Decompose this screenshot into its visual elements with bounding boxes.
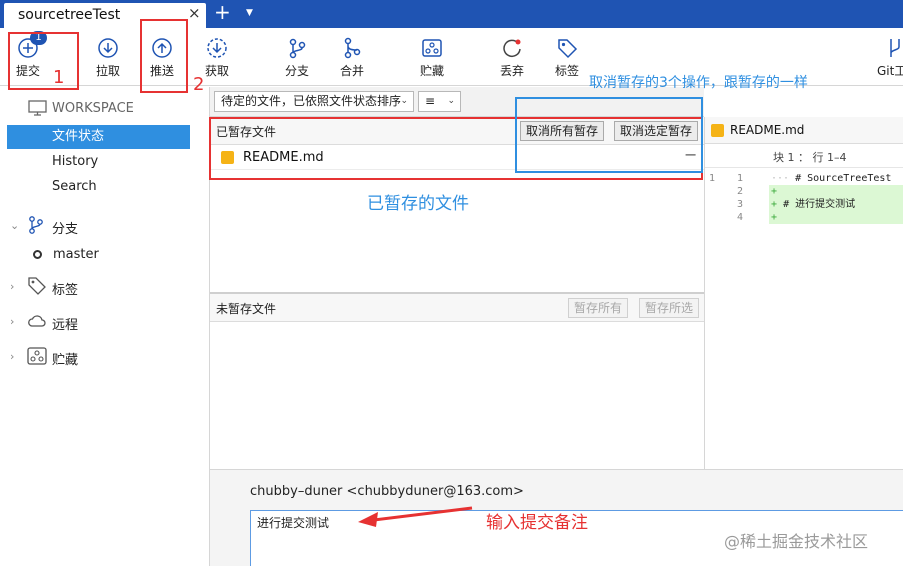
current-branch-icon (33, 250, 42, 259)
hunk-range: 块 1 ： 行 1–4 (773, 151, 847, 164)
tag-icon (28, 277, 46, 295)
annotation-number-1: 1 (53, 67, 65, 88)
stash-icon (27, 347, 47, 365)
diff-line: 4 + (705, 211, 903, 224)
monitor-icon (28, 100, 47, 116)
annotation-box-unstage-buttons (515, 97, 703, 173)
pull-label: 拉取 (95, 64, 120, 78)
branch-button[interactable]: 分支 (277, 28, 317, 86)
branch-icon (29, 216, 43, 234)
stage-selected-button[interactable]: 暂存所选 (639, 298, 700, 318)
discard-label: 丢弃 (499, 64, 524, 78)
fetch-icon (207, 38, 227, 58)
git-flow-icon (890, 39, 900, 57)
modified-file-icon (711, 124, 724, 137)
discard-button[interactable]: 丢弃 (492, 28, 532, 86)
discard-icon (503, 39, 521, 58)
annotation-number-2: 2 (193, 74, 205, 95)
sidebar-item-history[interactable]: History (7, 150, 190, 174)
list-view-icon: ≡ (425, 94, 436, 108)
annotation-staged-note: 已暂存的文件 (367, 194, 469, 214)
diff-pane: README.md 块 1 ： 行 1–4 1 1 ··· # SourceTr… (704, 117, 903, 469)
diff-line: 2 + (705, 185, 903, 198)
unstaged-files-title: 未暂存文件 (216, 302, 277, 316)
annotation-box-push (140, 19, 188, 93)
stash-icon (422, 39, 442, 57)
tab-menu-icon[interactable]: ▼ (246, 8, 253, 18)
annotation-arrow-icon (358, 506, 473, 527)
chevron-down-icon: ⌄ (400, 96, 408, 106)
diff-header: README.md (705, 117, 903, 144)
stash-button[interactable]: 贮藏 (412, 28, 452, 86)
tab-title: sourcetreeTest (18, 7, 121, 23)
diff-line: 3 + # 进行提交测试 (705, 198, 903, 211)
chevron-down-icon: ⌄ (10, 219, 20, 232)
diff-hunk-header: 块 1 ： 行 1–4 (705, 144, 903, 168)
sidebar-group-tags[interactable]: › 标签 (0, 276, 200, 298)
sidebar-group-stashes[interactable]: › 贮藏 (0, 346, 200, 368)
sidebar-group-label: 标签 (52, 283, 79, 298)
workspace-label: WORKSPACE (52, 101, 134, 116)
chevron-right-icon: › (10, 280, 15, 293)
sidebar-group-label: 贮藏 (52, 353, 79, 368)
sidebar-group-remotes[interactable]: › 远程 (0, 311, 200, 333)
tag-button[interactable]: 标签 (547, 28, 587, 86)
pull-icon (98, 38, 118, 58)
watermark: @稀土掘金技术社区 (724, 532, 869, 551)
sidebar: WORKSPACE 文件状态 History Search ⌄ 分支 maste… (0, 87, 200, 566)
sidebar-item-search[interactable]: Search (7, 175, 190, 199)
annotation-input-note: 输入提交备注 (486, 513, 588, 533)
git-flow-button[interactable]: Git工 (873, 28, 903, 86)
chevron-right-icon: › (10, 315, 15, 328)
diff-line: 1 1 ··· # SourceTreeTest (709, 173, 892, 184)
annotation-unstage-note: 取消暂存的3个操作，跟暂存的一样 (589, 75, 808, 91)
git-flow-label: Git工 (877, 64, 903, 78)
view-mode-dropdown[interactable]: ≡ ⌄ (418, 91, 461, 112)
pull-button[interactable]: 拉取 (88, 28, 128, 86)
sidebar-group-label: 分支 (52, 222, 79, 237)
sort-dropdown[interactable]: 待定的文件，已依照文件状态排序 ⌄ (214, 91, 414, 112)
stash-label: 贮藏 (419, 64, 444, 78)
tag-icon (558, 39, 578, 59)
diff-file-name: README.md (730, 123, 805, 137)
merge-label: 合并 (339, 64, 364, 78)
sort-dropdown-label: 待定的文件，已依照文件状态排序 (221, 94, 402, 108)
branch-icon (289, 38, 306, 59)
close-icon[interactable]: × (188, 6, 201, 21)
commit-message-text: 进行提交测试 (257, 516, 330, 530)
branch-label: 分支 (284, 64, 309, 78)
chevron-right-icon: › (10, 350, 15, 363)
branch-name: master (53, 247, 99, 262)
stage-all-button[interactable]: 暂存所有 (568, 298, 629, 318)
annotation-box-commit (8, 32, 79, 90)
merge-button[interactable]: 合并 (332, 28, 372, 86)
add-tab-icon[interactable]: + (214, 2, 231, 22)
sidebar-group-label: 远程 (52, 318, 79, 333)
sidebar-group-branches[interactable]: ⌄ 分支 (0, 215, 200, 237)
unstaged-files-header: 未暂存文件 暂存所有 暂存所选 (210, 294, 704, 322)
commit-author: chubby–duner <chubbyduner@163.com> (250, 484, 524, 499)
tab-bar: sourcetreeTest × + ▼ (0, 0, 903, 28)
chevron-down-icon: ⌄ (447, 96, 455, 106)
tag-label: 标签 (554, 64, 579, 78)
sidebar-item-file-status[interactable]: 文件状态 (7, 125, 190, 149)
merge-icon (344, 37, 361, 59)
cloud-icon (28, 315, 46, 327)
